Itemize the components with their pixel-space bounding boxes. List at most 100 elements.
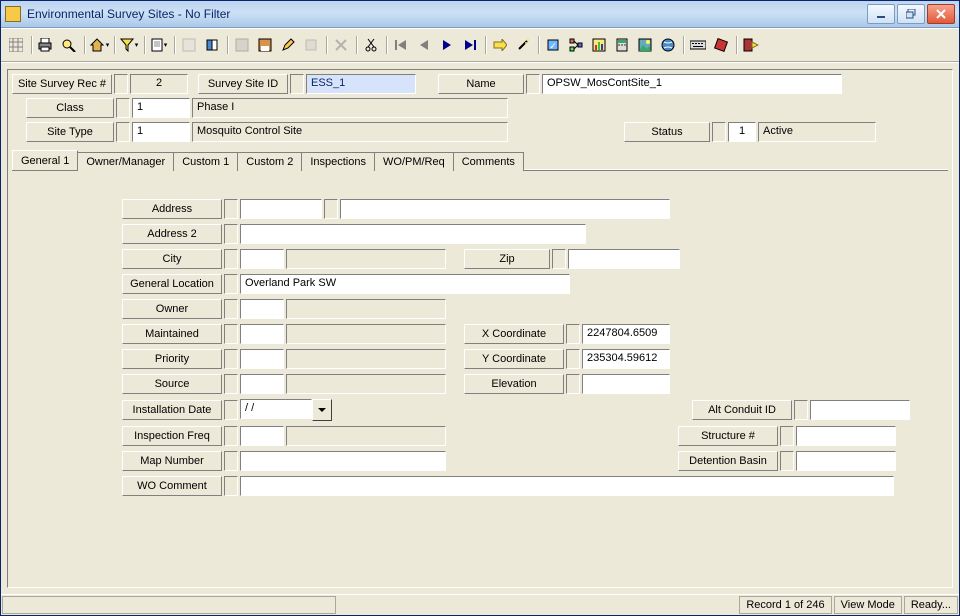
name-label[interactable]: Name [438, 74, 524, 94]
bar-icon[interactable] [588, 34, 610, 56]
pin-icon[interactable] [526, 74, 540, 94]
site-id-field[interactable]: ESS_1 [306, 74, 416, 94]
doc-icon[interactable]: ▾ [148, 34, 170, 56]
install-date-combo[interactable]: / / [240, 399, 332, 421]
next-icon[interactable] [436, 34, 458, 56]
city-code-field[interactable] [240, 249, 284, 269]
pin-icon[interactable] [712, 122, 726, 142]
elev-label[interactable]: Elevation [464, 374, 564, 394]
pin-icon[interactable] [324, 199, 338, 219]
insp-freq-code-field[interactable] [240, 426, 284, 446]
pin-icon[interactable] [566, 324, 580, 344]
class-code-field[interactable]: 1 [132, 98, 190, 118]
print-icon[interactable] [35, 34, 57, 56]
grid-icon[interactable] [5, 34, 27, 56]
save-icon[interactable] [254, 34, 276, 56]
maintained-label[interactable]: Maintained [122, 324, 222, 344]
pin-icon[interactable] [566, 374, 580, 394]
tree-icon[interactable] [565, 34, 587, 56]
book2-icon[interactable] [300, 34, 322, 56]
index-icon[interactable] [178, 34, 200, 56]
kbd-icon[interactable] [687, 34, 709, 56]
pencil-icon[interactable] [277, 34, 299, 56]
owner-label[interactable]: Owner [122, 299, 222, 319]
pin-icon[interactable] [224, 349, 238, 369]
name-field[interactable]: OPSW_MosContSite_1 [542, 74, 842, 94]
globe-icon[interactable] [657, 34, 679, 56]
address-label[interactable]: Address [122, 199, 222, 219]
xcoord-field[interactable]: 2247804.6509 [582, 324, 670, 344]
tab-inspections[interactable]: Inspections [301, 152, 375, 171]
install-date-field[interactable]: / / [240, 399, 312, 419]
pin-icon[interactable] [290, 74, 304, 94]
pin-icon[interactable] [224, 224, 238, 244]
pin-icon[interactable] [780, 426, 794, 446]
pin-icon[interactable] [224, 199, 238, 219]
pin-icon[interactable] [116, 122, 130, 142]
goto-icon[interactable] [489, 34, 511, 56]
source-code-field[interactable] [240, 374, 284, 394]
type-code-field[interactable]: 1 [132, 122, 190, 142]
tab-general-1[interactable]: General 1 [12, 150, 78, 170]
pin-icon[interactable] [224, 249, 238, 269]
owner-code-field[interactable] [240, 299, 284, 319]
map-number-field[interactable] [240, 451, 446, 471]
genloc-label[interactable]: General Location [122, 274, 222, 294]
zip-label[interactable]: Zip [464, 249, 550, 269]
prev-icon[interactable] [413, 34, 435, 56]
pin-icon[interactable] [224, 451, 238, 471]
restore-button[interactable] [897, 4, 925, 24]
pin-icon[interactable] [224, 324, 238, 344]
first-icon[interactable] [390, 34, 412, 56]
address-street-field[interactable] [340, 199, 670, 219]
pin-icon[interactable] [224, 476, 238, 496]
detention-basin-field[interactable] [796, 451, 896, 471]
home-icon[interactable]: ▾ [88, 34, 110, 56]
pin-icon[interactable] [780, 451, 794, 471]
pin-icon[interactable] [116, 98, 130, 118]
city-label[interactable]: City [122, 249, 222, 269]
status-label[interactable]: Status [624, 122, 710, 142]
detention-basin-label[interactable]: Detention Basin [678, 451, 778, 471]
structure-label[interactable]: Structure # [678, 426, 778, 446]
wand-icon[interactable] [512, 34, 534, 56]
wiz-icon[interactable]: ✓ [542, 34, 564, 56]
wo-comment-field[interactable] [240, 476, 894, 496]
pin-icon[interactable] [114, 74, 128, 94]
exit-icon[interactable] [740, 34, 762, 56]
pin-icon[interactable] [224, 299, 238, 319]
tab-comments[interactable]: Comments [453, 152, 524, 171]
insp-freq-label[interactable]: Inspection Freq [122, 426, 222, 446]
map-number-label[interactable]: Map Number [122, 451, 222, 471]
pin-icon[interactable] [224, 374, 238, 394]
maintained-code-field[interactable] [240, 324, 284, 344]
source-label[interactable]: Source [122, 374, 222, 394]
class-label[interactable]: Class [26, 98, 114, 118]
disk-icon[interactable] [231, 34, 253, 56]
address2-label[interactable]: Address 2 [122, 224, 222, 244]
alt-conduit-field[interactable] [810, 400, 910, 420]
site-id-label[interactable]: Survey Site ID [198, 74, 288, 94]
book-icon[interactable] [201, 34, 223, 56]
minimize-button[interactable] [867, 4, 895, 24]
find-icon[interactable] [58, 34, 80, 56]
structure-field[interactable] [796, 426, 896, 446]
ycoord-field[interactable]: 235304.59612 [582, 349, 670, 369]
erase-icon[interactable] [710, 34, 732, 56]
elev-field[interactable] [582, 374, 670, 394]
install-label[interactable]: Installation Date [122, 400, 222, 420]
last-icon[interactable] [459, 34, 481, 56]
address-num-field[interactable] [240, 199, 322, 219]
zip-field[interactable] [568, 249, 680, 269]
xcoord-label[interactable]: X Coordinate [464, 324, 564, 344]
site-rec-label[interactable]: Site Survey Rec # [12, 74, 112, 94]
type-label[interactable]: Site Type [26, 122, 114, 142]
alt-conduit-label[interactable]: Alt Conduit ID [692, 400, 792, 420]
pic-icon[interactable] [634, 34, 656, 56]
tab-custom-2[interactable]: Custom 2 [237, 152, 302, 171]
pin-icon[interactable] [566, 349, 580, 369]
address2-field[interactable] [240, 224, 586, 244]
titlebar[interactable]: Environmental Survey Sites - No Filter [1, 1, 959, 28]
tab-owner-manager[interactable]: Owner/Manager [77, 152, 174, 171]
tab-custom-1[interactable]: Custom 1 [173, 152, 238, 171]
